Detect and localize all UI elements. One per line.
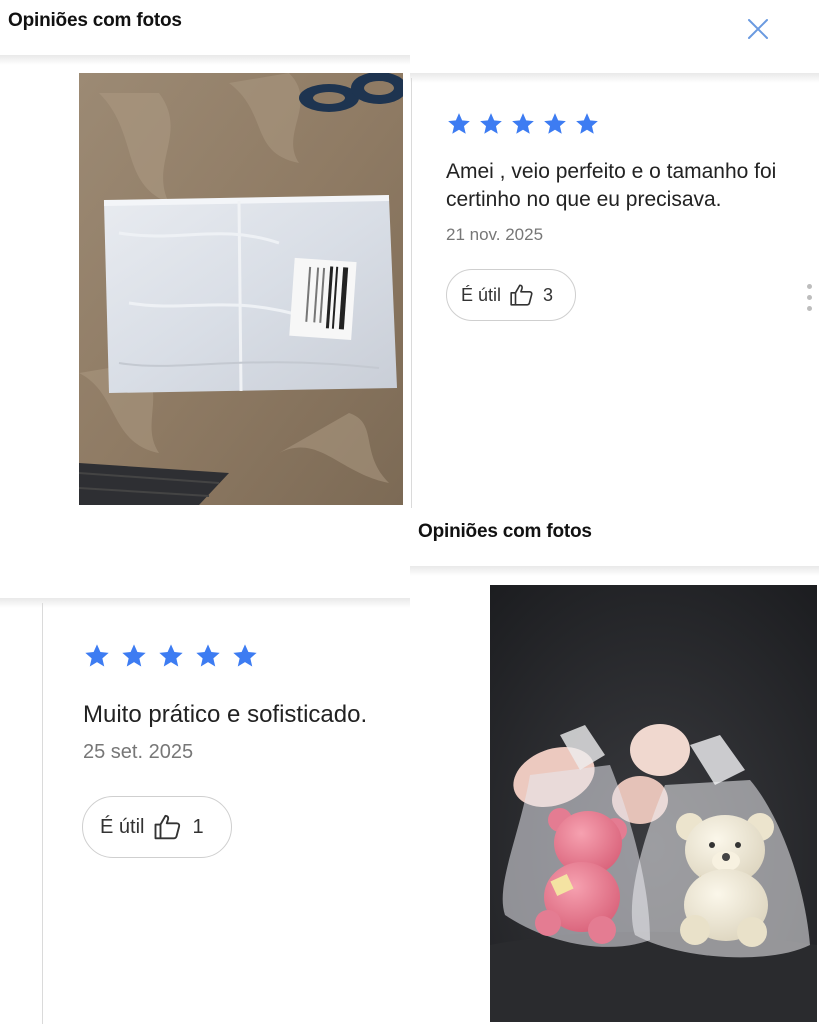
review-2-date: 25 set. 2025: [83, 741, 194, 763]
star-icon: [122, 644, 146, 667]
useful-label: É útil: [100, 815, 145, 838]
review-1-date: 21 nov. 2025: [446, 225, 544, 244]
review-1-text: Amei , veio perfeito e o tamanho foi cer…: [446, 160, 777, 212]
star-icon: [576, 113, 598, 134]
photos-header-panel-top: Opiniões com fotos: [0, 0, 819, 60]
review-photo-1[interactable]: [79, 73, 403, 505]
star-icon: [448, 113, 470, 134]
review-2-left-border: [42, 603, 43, 1024]
review-1-top-divider: [410, 73, 819, 83]
star-icon: [480, 113, 502, 134]
header-divider: [0, 55, 410, 65]
photo-organza-bags: [79, 73, 403, 505]
star-icon: [159, 644, 183, 667]
review-1-useful-button[interactable]: É útil 3: [446, 269, 576, 321]
useful-count: 3: [543, 284, 554, 305]
star-icon: [233, 644, 257, 667]
review-photo-2[interactable]: [490, 585, 817, 1022]
review-2-stars: [83, 642, 259, 670]
header-divider-2: [410, 566, 819, 576]
more-options-icon[interactable]: [807, 284, 812, 311]
star-icon: [85, 644, 109, 667]
star-icon: [544, 113, 566, 134]
review-1-stars: [446, 111, 600, 137]
star-icon: [196, 644, 220, 667]
review-2-useful-button[interactable]: É útil 1: [82, 796, 232, 858]
thumbs-up-icon: [155, 814, 181, 840]
review-1-left-border: [411, 78, 412, 508]
photos-title: Opiniões com fotos: [8, 10, 182, 31]
review-2-top-divider: [0, 598, 410, 608]
photo-teddy-bear-favors: [490, 585, 817, 1022]
useful-count: 1: [192, 815, 204, 838]
star-icon: [512, 113, 534, 134]
photos-title-2: Opiniões com fotos: [418, 521, 592, 542]
thumbs-up-icon: [510, 284, 533, 306]
useful-label: É útil: [461, 284, 502, 305]
review-2-text: Muito prático e sofisticado.: [83, 701, 368, 728]
close-icon[interactable]: [746, 17, 770, 41]
